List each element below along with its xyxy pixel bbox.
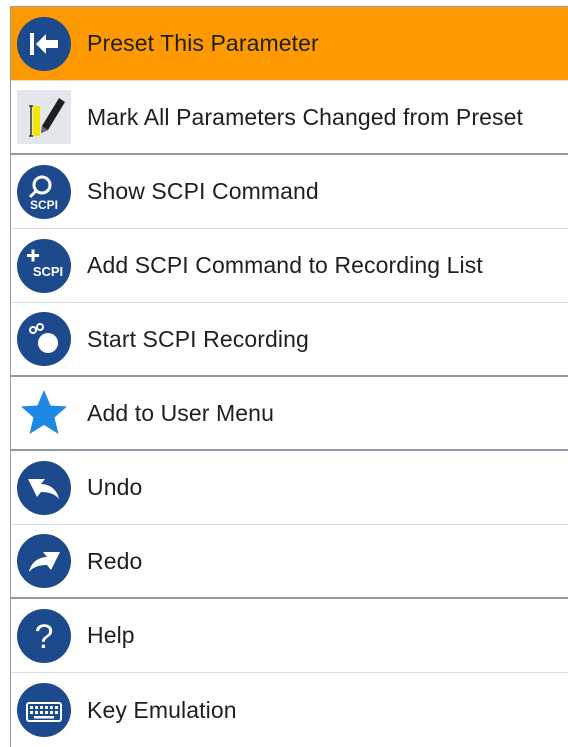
menu-item-add-scpi-recording[interactable]: SCPI Add SCPI Command to Recording List <box>11 229 568 303</box>
scpi-plus-icon: SCPI <box>15 237 73 295</box>
menu-item-label: Undo <box>87 474 143 500</box>
keyboard-icon <box>15 681 73 739</box>
record-icon <box>15 310 73 368</box>
menu-item-label: Mark All Parameters Changed from Preset <box>87 103 523 130</box>
menu-item-mark-changed[interactable]: Mark All Parameters Changed from Preset <box>11 81 568 155</box>
menu-item-label: Show SCPI Command <box>87 178 319 204</box>
preset-arrow-icon <box>15 15 73 73</box>
undo-icon <box>15 459 73 517</box>
svg-text:SCPI: SCPI <box>30 198 58 212</box>
menu-item-label: Start SCPI Recording <box>87 325 309 352</box>
menu-item-add-user-menu[interactable]: Add to User Menu <box>11 377 568 451</box>
svg-text:?: ? <box>35 618 54 656</box>
menu-item-label: Redo <box>87 547 143 574</box>
menu-item-label: Help <box>87 622 135 648</box>
menu-item-preset-parameter[interactable]: Preset This Parameter <box>11 7 568 81</box>
menu-item-label: Key Emulation <box>87 696 237 723</box>
redo-icon <box>15 532 73 590</box>
menu-item-help[interactable]: ? Help <box>11 599 568 673</box>
menu-item-label: Add to User Menu <box>87 399 274 426</box>
mark-changed-pencil-icon <box>15 88 73 146</box>
menu-item-start-scpi-recording[interactable]: Start SCPI Recording <box>11 303 568 377</box>
menu-item-key-emulation[interactable]: Key Emulation <box>11 673 568 747</box>
context-menu: Preset This Parameter Mark All Parameter… <box>10 6 568 747</box>
menu-item-label: Preset This Parameter <box>87 30 319 56</box>
menu-item-undo[interactable]: Undo <box>11 451 568 525</box>
menu-item-label: Add SCPI Command to Recording List <box>87 252 483 278</box>
menu-item-show-scpi[interactable]: SCPI Show SCPI Command <box>11 155 568 229</box>
star-icon <box>15 384 73 442</box>
menu-item-redo[interactable]: Redo <box>11 525 568 599</box>
svg-text:SCPI: SCPI <box>33 264 63 279</box>
help-icon: ? <box>15 607 73 665</box>
scpi-magnifier-icon: SCPI <box>15 163 73 221</box>
